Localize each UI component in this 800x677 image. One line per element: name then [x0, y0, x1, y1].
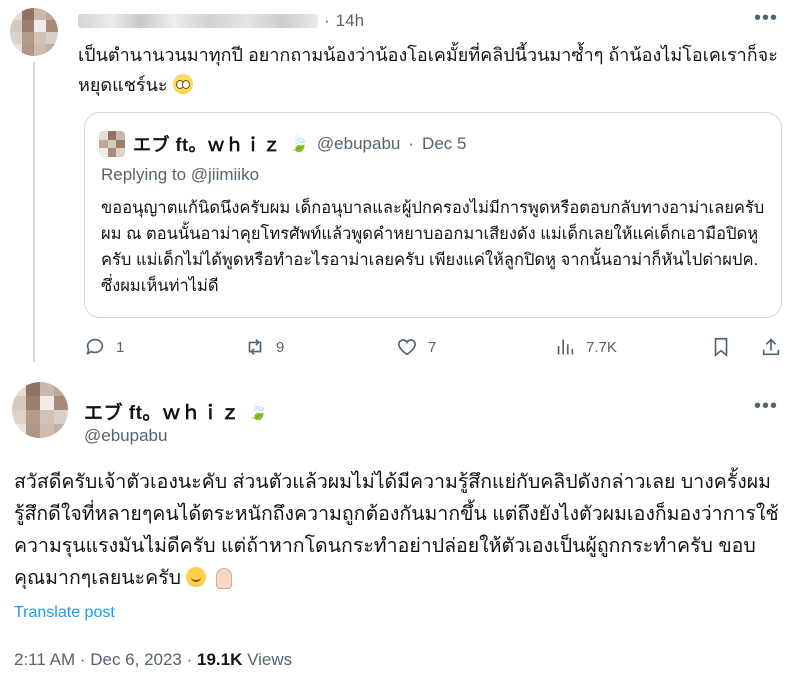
leaf-icon: 🍃 — [289, 136, 309, 153]
author-handle[interactable]: @ebupabu — [84, 426, 167, 446]
folded-hands-icon — [212, 567, 234, 589]
quoted-handle: @ebupabu — [316, 134, 401, 153]
quoted-date: Dec 5 — [422, 134, 467, 153]
post-timestamp: 2:11 AM · Dec 6, 2023 · 19.1K Views — [14, 650, 292, 670]
post-datetime[interactable]: 2:11 AM · Dec 6, 2023 · — [14, 650, 197, 669]
post-time-separator: · — [324, 11, 330, 30]
translate-link[interactable]: Translate post — [14, 604, 115, 622]
blurred-author-name[interactable] — [78, 14, 318, 28]
leaf-icon: 🍃 — [247, 403, 268, 421]
like-count: 7 — [428, 338, 437, 356]
smiling-face-icon — [186, 567, 207, 587]
replying-to: Replying to @jiimiiko — [101, 165, 260, 184]
post-header: · 14h — [78, 10, 364, 32]
more-options-icon[interactable]: ••• — [754, 8, 778, 28]
share-icon — [762, 338, 780, 356]
quoted-separator: · — [408, 134, 415, 153]
quoted-post-header: エブ ft。ｗｈｉｚ 🍃 @ebupabu · Dec 5 — [99, 131, 466, 157]
action-bar: 1 9 7 7.7K — [84, 336, 784, 364]
repost-button[interactable]: 9 — [244, 336, 284, 358]
author-line: エブ ft。ｗｈｉｚ 🍃 — [84, 398, 268, 425]
heart-icon — [397, 339, 417, 356]
pleading-face-icon — [172, 74, 193, 94]
quoted-author-name: エブ ft。ｗｈｉｚ — [133, 135, 281, 155]
avatar[interactable] — [12, 382, 68, 438]
repost-count: 9 — [276, 338, 285, 356]
like-button[interactable]: 7 — [396, 336, 436, 358]
post-text: เป็นตำนานวนมาทุกปี อยากถามน้องว่าน้องโอเ… — [78, 40, 778, 100]
views-label: Views — [242, 650, 293, 669]
quoted-post[interactable]: エブ ft。ｗｈｉｚ 🍃 @ebupabu · Dec 5 Replying t… — [84, 112, 782, 318]
quoted-avatar — [99, 131, 125, 157]
views-count: 7.7K — [586, 338, 617, 356]
thread-line — [33, 62, 35, 362]
views-button[interactable]: 7.7K — [554, 336, 617, 358]
more-options-icon[interactable]: ••• — [754, 396, 778, 416]
post-text: สวัสดีครับเจ้าตัวเองนะคับ ส่วนตัวแล้วผมไ… — [14, 466, 784, 594]
repost-icon — [248, 339, 262, 355]
quoted-text: ขออนุญาตแก้นิดนึงครับผม เด็กอนุบาลและผู้… — [101, 199, 765, 295]
reply-button[interactable]: 1 — [84, 336, 124, 358]
reply-count: 1 — [116, 338, 125, 356]
avatar[interactable] — [10, 8, 58, 56]
author-name[interactable]: エブ ft。ｗｈｉｚ — [84, 398, 240, 425]
post-time[interactable]: 14h — [336, 11, 364, 31]
views-total: 19.1K — [197, 650, 243, 669]
bookmark-button[interactable] — [710, 336, 732, 358]
reply-icon — [86, 338, 104, 355]
views-icon — [557, 339, 574, 355]
bookmark-icon — [714, 337, 728, 358]
post-text-content: สวัสดีครับเจ้าตัวเองนะคับ ส่วนตัวแล้วผมไ… — [14, 471, 779, 589]
share-button[interactable] — [760, 336, 782, 358]
